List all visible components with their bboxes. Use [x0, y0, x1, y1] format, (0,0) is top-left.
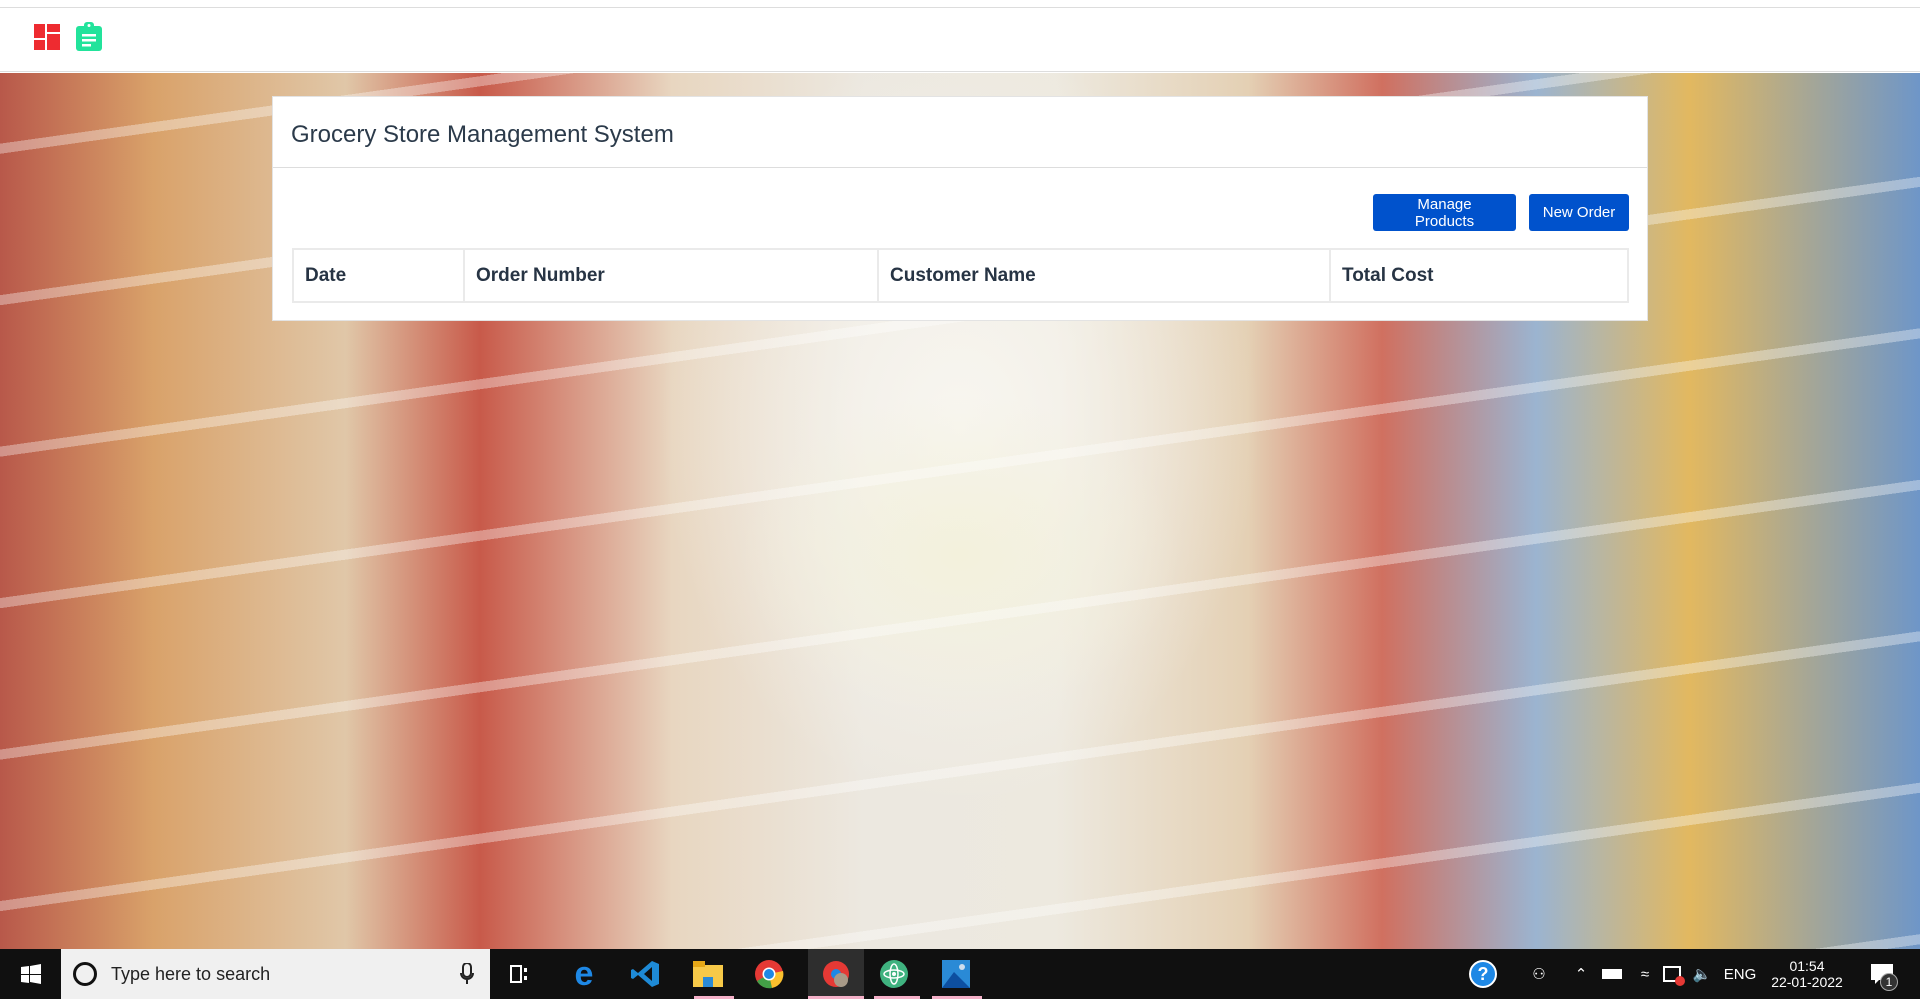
- security-alert-icon[interactable]: [1660, 949, 1685, 999]
- cortana-icon: [73, 962, 97, 986]
- edge-icon[interactable]: e: [564, 949, 604, 999]
- search-placeholder: Type here to search: [111, 963, 271, 984]
- column-header-order-number: Order Number: [463, 248, 879, 303]
- column-header-customer-name: Customer Name: [877, 248, 1331, 303]
- column-header-date: Date: [292, 248, 465, 303]
- notification-count: 1: [1880, 973, 1898, 991]
- chrome-profile-icon[interactable]: [808, 949, 864, 999]
- navbar: [0, 8, 1920, 72]
- clock-date: 22-01-2022: [1771, 974, 1843, 990]
- windows-icon: [20, 964, 41, 984]
- column-header-total-cost: Total Cost: [1329, 248, 1629, 303]
- manage-products-button[interactable]: Manage Products: [1373, 194, 1516, 231]
- chevron-up-icon[interactable]: ⌃: [1570, 949, 1592, 999]
- chrome-icon[interactable]: [749, 949, 789, 999]
- task-view-icon[interactable]: [500, 949, 540, 999]
- taskbar: Type here to search e ? ⚇ ⌃ ≈ 🔈 ENG 01:5…: [0, 949, 1920, 999]
- new-order-button[interactable]: New Order: [1529, 194, 1629, 231]
- wifi-icon[interactable]: ≈: [1634, 949, 1656, 999]
- notifications-icon[interactable]: 1: [1862, 949, 1902, 999]
- start-button[interactable]: [0, 949, 61, 999]
- orders-table: Date Order Number Customer Name Total Co…: [292, 248, 1629, 303]
- clock[interactable]: 01:54 22-01-2022: [1764, 949, 1850, 999]
- language-indicator[interactable]: ENG: [1722, 949, 1758, 999]
- file-explorer-icon[interactable]: [688, 949, 728, 999]
- people-icon[interactable]: ⚇: [1524, 949, 1554, 999]
- battery-icon[interactable]: [1600, 949, 1624, 999]
- photos-icon[interactable]: [936, 949, 976, 999]
- vscode-icon[interactable]: [625, 949, 665, 999]
- microphone-icon[interactable]: [460, 963, 474, 985]
- search-box[interactable]: Type here to search: [61, 949, 490, 999]
- volume-icon[interactable]: 🔈: [1690, 949, 1714, 999]
- clipboard-icon[interactable]: [76, 22, 102, 51]
- dashboard-icon[interactable]: [34, 24, 60, 50]
- orders-card: Grocery Store Management System Manage P…: [272, 96, 1648, 321]
- clock-time: 01:54: [1789, 958, 1825, 974]
- card-title: Grocery Store Management System: [273, 97, 1647, 168]
- help-icon[interactable]: ?: [1468, 949, 1498, 999]
- browser-top-edge: [0, 0, 1920, 8]
- atom-icon[interactable]: [874, 949, 914, 999]
